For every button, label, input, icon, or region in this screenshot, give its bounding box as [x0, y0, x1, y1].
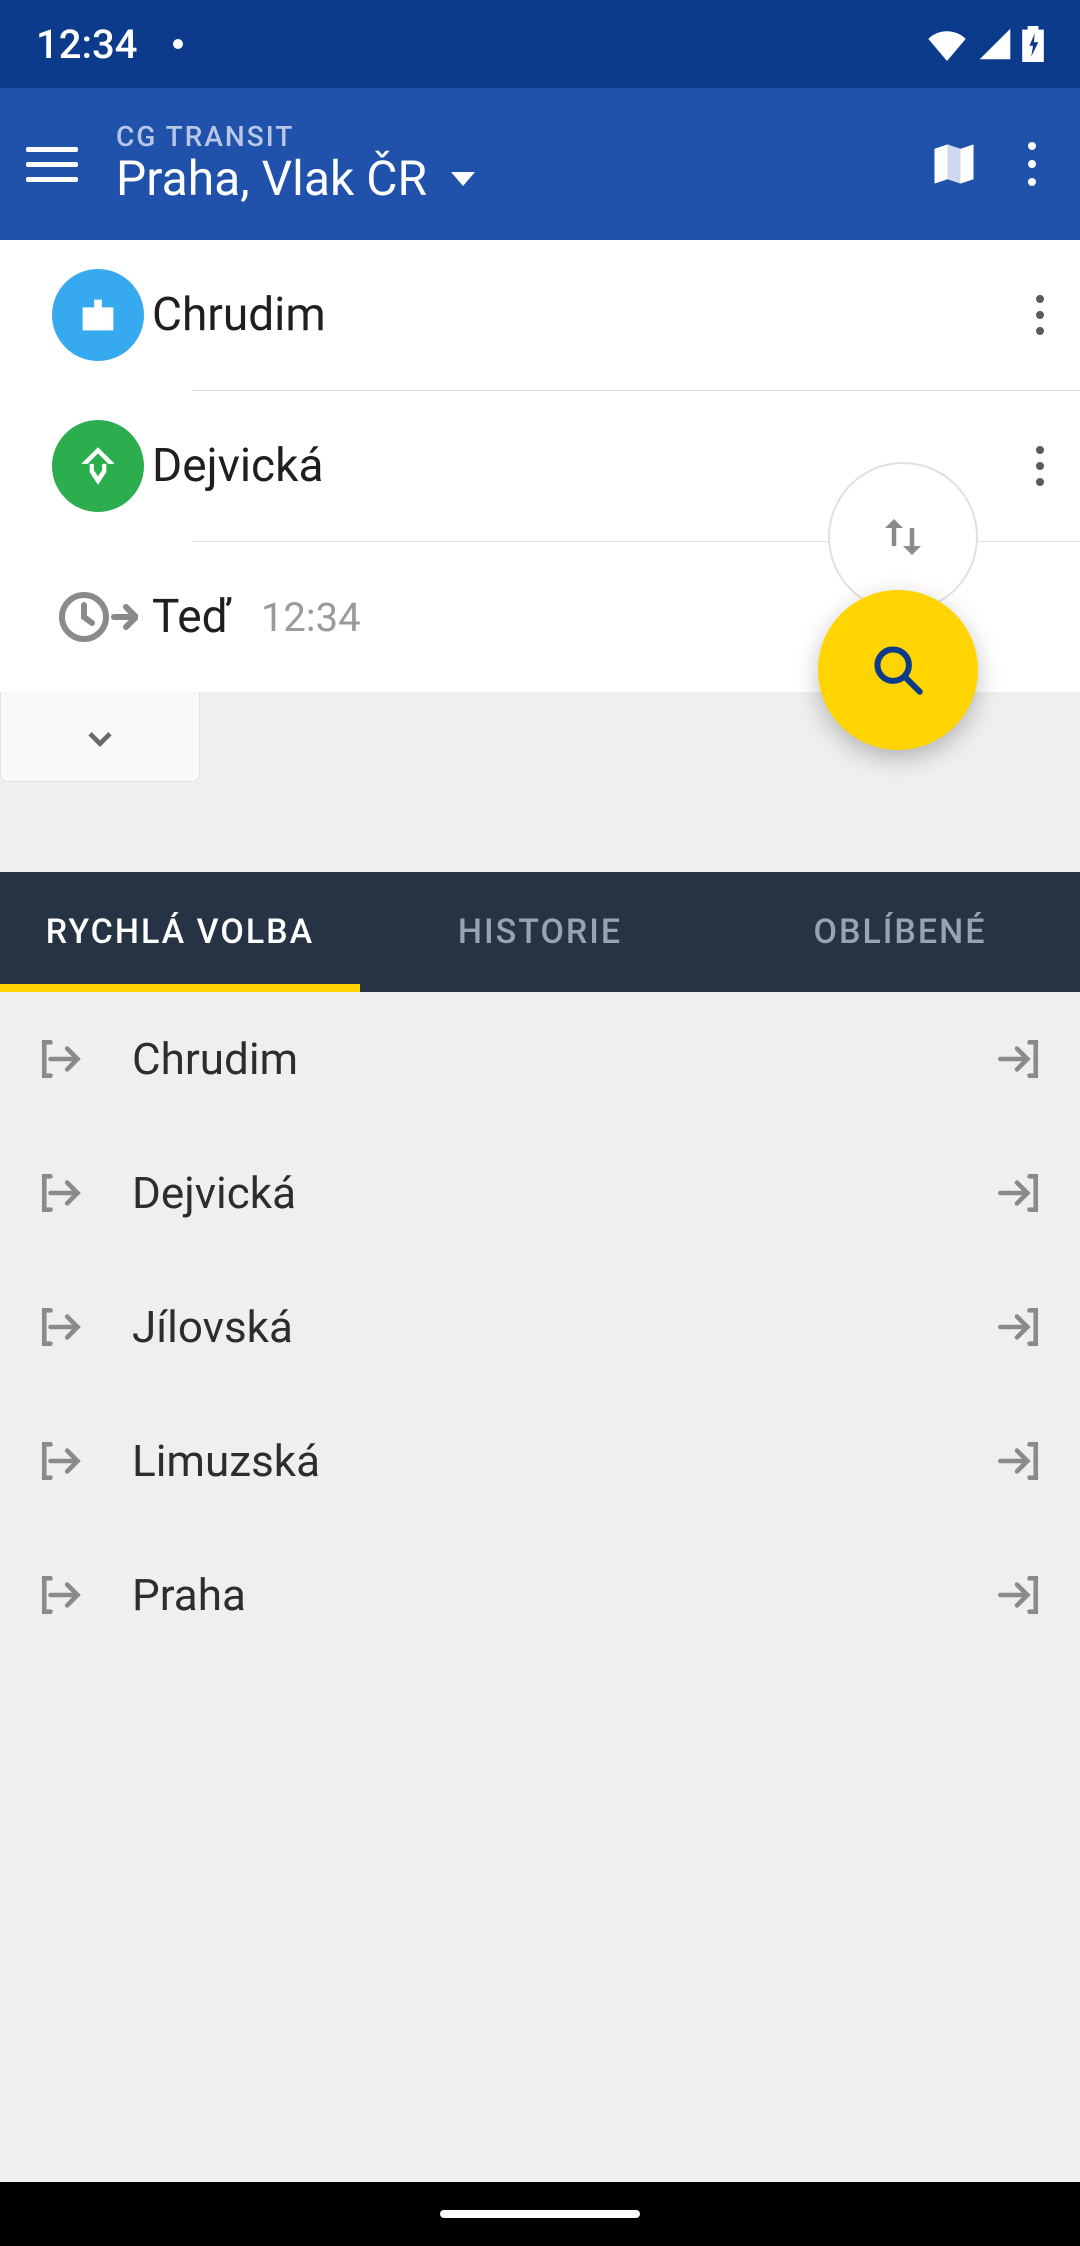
app-subtitle: CG TRANSIT — [116, 122, 892, 153]
from-label: Chrudim — [148, 288, 1000, 342]
system-nav-bar — [0, 2182, 1080, 2246]
list-item[interactable]: Jílovská — [0, 1260, 1080, 1394]
tab-favorites-label: OBLÍBENÉ — [814, 912, 987, 952]
set-from-icon[interactable] — [38, 1436, 88, 1486]
tab-bar: RYCHLÁ VOLBA HISTORIE OBLÍBENÉ — [0, 872, 1080, 992]
status-notification-dot — [173, 39, 183, 49]
city-icon — [52, 269, 144, 361]
tab-history[interactable]: HISTORIE — [360, 872, 720, 992]
time-mode-label: Teď — [148, 590, 231, 644]
region-selector[interactable]: CG TRANSIT Praha, Vlak ČR — [116, 122, 892, 206]
app-bar: CG TRANSIT Praha, Vlak ČR — [0, 88, 1080, 240]
set-to-icon[interactable] — [992, 1570, 1042, 1620]
search-icon — [869, 641, 927, 699]
set-to-icon[interactable] — [992, 1302, 1042, 1352]
clock-depart-icon — [58, 589, 138, 645]
chevron-down-icon — [80, 717, 120, 757]
status-icons — [926, 26, 1044, 62]
quick-list: Chrudim Dejvická Jílovská Limuzská Praha — [0, 992, 1080, 2182]
list-item-label: Chrudim — [132, 1033, 982, 1085]
expand-button[interactable] — [0, 692, 200, 782]
from-row[interactable]: Chrudim — [0, 240, 1080, 390]
list-item-label: Dejvická — [132, 1167, 982, 1219]
swap-vertical-icon — [876, 510, 930, 564]
map-icon[interactable] — [928, 138, 980, 190]
set-from-icon[interactable] — [38, 1168, 88, 1218]
set-from-icon[interactable] — [38, 1302, 88, 1352]
list-item-label: Limuzská — [132, 1435, 982, 1487]
list-item-label: Jílovská — [132, 1301, 982, 1353]
set-to-icon[interactable] — [992, 1034, 1042, 1084]
set-from-icon[interactable] — [38, 1034, 88, 1084]
time-value: 12:34 — [261, 594, 361, 641]
region-title: Praha, Vlak ČR — [116, 153, 427, 206]
list-item[interactable]: Limuzská — [0, 1394, 1080, 1528]
set-to-icon[interactable] — [992, 1436, 1042, 1486]
list-item[interactable]: Dejvická — [0, 1126, 1080, 1260]
battery-charging-icon — [1022, 26, 1044, 62]
list-item[interactable]: Chrudim — [0, 992, 1080, 1126]
set-from-icon[interactable] — [38, 1570, 88, 1620]
status-time: 12:34 — [36, 21, 137, 68]
from-more-button[interactable] — [1000, 295, 1080, 335]
metro-icon — [52, 420, 144, 512]
set-to-icon[interactable] — [992, 1168, 1042, 1218]
tab-quick-label: RYCHLÁ VOLBA — [46, 912, 314, 952]
cellular-icon — [978, 27, 1012, 61]
wifi-icon — [926, 27, 968, 61]
list-item[interactable]: Praha — [0, 1528, 1080, 1662]
overflow-menu-button[interactable] — [1028, 142, 1036, 186]
tab-history-label: HISTORIE — [458, 912, 622, 952]
to-more-button[interactable] — [1000, 446, 1080, 486]
tab-quick[interactable]: RYCHLÁ VOLBA — [0, 872, 360, 992]
menu-button[interactable] — [24, 147, 80, 182]
chevron-down-icon — [451, 172, 475, 186]
status-bar: 12:34 — [0, 0, 1080, 88]
tab-favorites[interactable]: OBLÍBENÉ — [720, 872, 1080, 992]
home-handle[interactable] — [440, 2210, 640, 2218]
list-item-label: Praha — [132, 1569, 982, 1621]
search-fab[interactable] — [818, 590, 978, 750]
